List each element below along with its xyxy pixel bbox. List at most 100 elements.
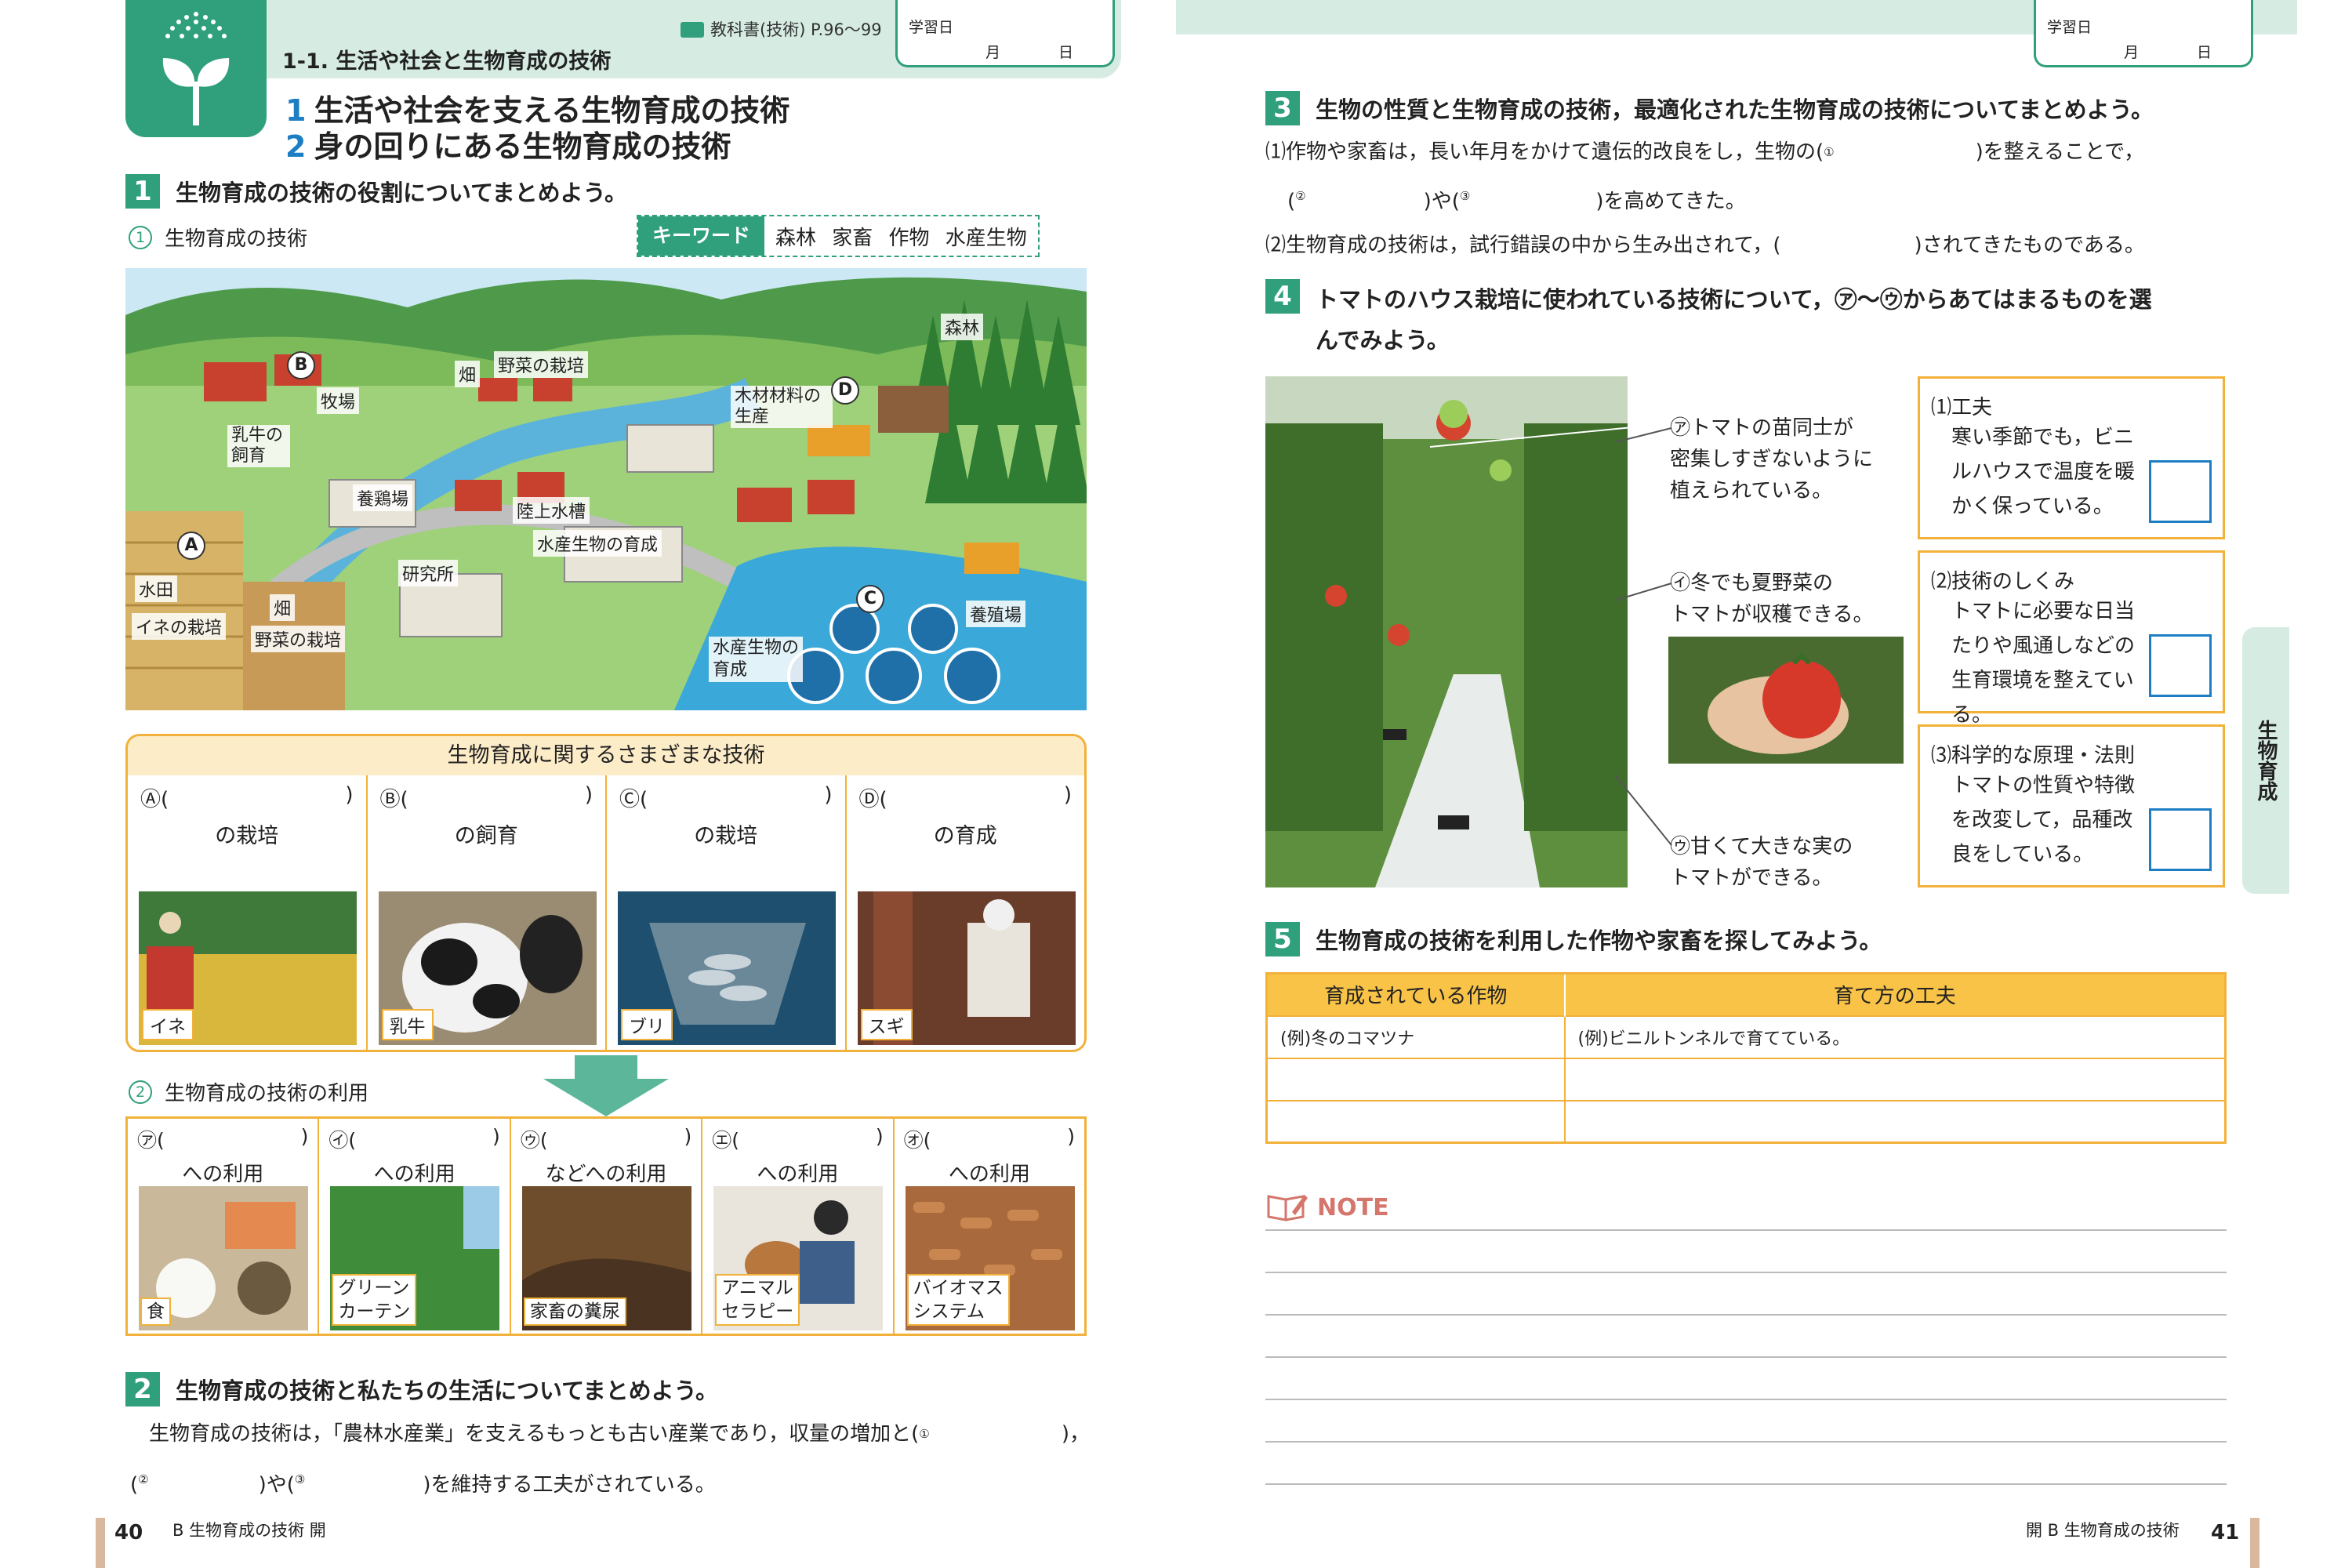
techniques-box-title: 生物育成に関するさまざまな技術: [128, 736, 1084, 775]
technique-item-c: Ⓒ() の栽培 ブリ: [607, 775, 847, 1050]
map-label-ranch: 牧場: [317, 387, 360, 414]
question-1-heading: 1 生物育成の技術の役割についてまとめよう。: [125, 174, 627, 209]
use-close: ): [1067, 1125, 1076, 1148]
unit-logo: [125, 0, 267, 137]
subsection-number: 2: [129, 1080, 152, 1104]
question-number: 5: [1265, 922, 1300, 956]
table-row: (例)冬のコマツナ (例)ビニルトンネルで育てている。: [1266, 1014, 2227, 1058]
q2-line2-end: )を維持する工夫がされている。: [423, 1473, 716, 1497]
technique-letter: Ⓓ(: [858, 788, 887, 811]
map-label-field-bottom: 畑: [270, 594, 296, 621]
use-tag: アニマル セラピー: [715, 1274, 800, 1326]
q3-line2-end: )を高めてきた。: [1595, 190, 1746, 213]
question-text: 生物育成の技術の役割についてまとめよう。: [176, 180, 627, 206]
question-3-heading: 3 生物の性質と生物育成の技術，最適化された生物育成の技術についてまとめよう。: [1265, 91, 2154, 125]
technique-tag: イネ: [142, 1009, 194, 1040]
question-text: 生物育成の技術と私たちの生活についてまとめよう。: [176, 1377, 718, 1404]
crop-technique-table: 育成されている作物 育て方の工夫 (例)冬のコマツナ (例)ビニルトンネルで育て…: [1265, 972, 2227, 1144]
q3-line2-mid: )や(: [1423, 190, 1460, 213]
title-number-2: 2: [285, 129, 307, 164]
technique-close: ): [345, 783, 354, 807]
table-row: [1266, 1099, 2227, 1143]
use-letter: ㋓(: [712, 1129, 739, 1152]
q2-line1-end: )，: [1061, 1422, 1090, 1446]
technique-tag: ブリ: [621, 1009, 673, 1040]
map-marker-d: D: [831, 376, 859, 405]
table-cell-blank[interactable]: [1564, 1099, 2227, 1143]
side-index-tab[interactable]: 生物育成: [2242, 627, 2289, 894]
answer-blank[interactable]: [648, 783, 824, 812]
map-label-aquaculture: 養殖場: [966, 601, 1026, 627]
note-mark: ㋑: [1670, 572, 1691, 595]
tomato-note-c: ㋒甘くて大きな実の トマトができる。: [1670, 831, 1853, 894]
open-book-pencil-icon: [1267, 1195, 1308, 1221]
q3-line3-text: ⑵生物育成の技術は，試行錯誤の中から生み出されて，(: [1265, 234, 1781, 257]
answer-blank-1[interactable]: [930, 1411, 1062, 1457]
table-cell-blank[interactable]: [1564, 1057, 2227, 1101]
table-cell-blank[interactable]: [1266, 1057, 1566, 1101]
technique-close: ): [1063, 783, 1072, 807]
table-cell: (例)冬のコマツナ: [1266, 1014, 1566, 1058]
answer-blank[interactable]: [548, 1125, 684, 1153]
note-mark: ㋐: [1670, 416, 1691, 440]
answer-box[interactable]: [2149, 634, 2212, 697]
keyword-box: キーワード 森林 家畜 作物 水産生物: [637, 215, 1040, 257]
answer-blank[interactable]: [887, 783, 1064, 812]
book-icon: [681, 22, 704, 38]
use-tag: バイオマス システム: [906, 1274, 1010, 1326]
note-text: 冬でも夏野菜の トマトが収穫できる。: [1670, 572, 1874, 626]
question-3-body: ⑴作物や家畜は，長い年月をかけて遺伝的改良をし，生物の(①)を整えることで， (…: [1265, 130, 2230, 267]
hand-with-tomato-photo: [1668, 637, 1904, 764]
note-line[interactable]: [1265, 1441, 2227, 1443]
table-cell-blank[interactable]: [1266, 1099, 1566, 1143]
note-line[interactable]: [1265, 1314, 2227, 1316]
note-line[interactable]: [1265, 1229, 2227, 1231]
water-spray-icon: [165, 12, 227, 38]
note-line[interactable]: [1265, 1272, 2227, 1273]
technique-tag: 乳牛: [381, 1009, 434, 1040]
footer-text-right: 開 B 生物育成の技術: [2026, 1521, 2180, 1540]
map-label-land-tank: 陸上水槽: [513, 497, 590, 524]
use-suffix: への利用: [757, 1163, 839, 1186]
technique-letter: Ⓒ(: [619, 788, 648, 811]
note-text: 甘くて大きな実の トマトができる。: [1670, 835, 1853, 890]
answer-blank[interactable]: [356, 1125, 492, 1153]
technique-suffix: の飼育: [454, 824, 518, 848]
callout-lines: [1615, 427, 1672, 846]
study-date-month-day: 月 日: [2123, 44, 2238, 61]
use-item-d: ㋓() への利用 アニマル セラピー: [702, 1119, 895, 1334]
note-line[interactable]: [1265, 1399, 2227, 1400]
use-item-a: ㋐() への利用 食: [128, 1119, 320, 1334]
use-suffix: への利用: [948, 1163, 1030, 1186]
answer-blank[interactable]: [165, 1125, 301, 1153]
answer-blank-1[interactable]: [1835, 130, 1976, 174]
tomato-note-a: ㋐トマトの苗同士が 密集しすぎないように 植えられている。: [1670, 412, 1873, 506]
note-heading: NOTE: [1265, 1192, 1389, 1223]
technique-suffix: の育成: [933, 824, 997, 848]
answer-blank[interactable]: [169, 783, 345, 812]
study-date-box-right[interactable]: 学習日 月 日: [2034, 0, 2253, 67]
option-title: ⑴工夫: [1931, 396, 1993, 419]
question-text: 生物育成の技術を利用した作物や家畜を探してみよう。: [1316, 927, 1882, 954]
map-label-aquatic-raise: 水産生物の育成: [533, 530, 662, 557]
note-title: NOTE: [1317, 1193, 1389, 1221]
answer-blank[interactable]: [739, 1125, 876, 1153]
note-line[interactable]: [1265, 1356, 2227, 1358]
use-item-b: ㋑() への利用 グリーン カーテン: [319, 1119, 511, 1334]
note-mark: ㋒: [1670, 835, 1691, 858]
map-marker-b: B: [287, 351, 315, 379]
map-marker-a: A: [177, 532, 205, 560]
answer-box[interactable]: [2149, 460, 2212, 523]
question-number: 1: [125, 174, 160, 209]
note-line[interactable]: [1265, 1483, 2227, 1485]
study-date-box[interactable]: 学習日 月 日: [895, 0, 1115, 67]
answer-blank[interactable]: [931, 1125, 1067, 1153]
question-text-line2: んでみよう。: [1316, 327, 1450, 354]
answer-box[interactable]: [2149, 808, 2212, 871]
table-row: [1266, 1057, 2227, 1101]
answer-blank[interactable]: [408, 783, 585, 812]
study-date-label: 学習日: [2047, 19, 2092, 36]
sprout-icon: [162, 58, 230, 125]
use-suffix: への利用: [373, 1163, 456, 1186]
technique-close: ): [824, 783, 833, 807]
